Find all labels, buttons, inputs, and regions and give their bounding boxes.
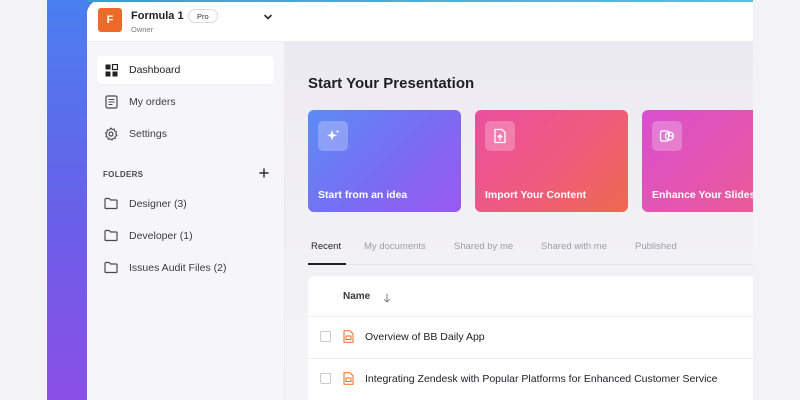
- tab-recent[interactable]: Recent: [311, 241, 341, 252]
- workspace-role: Owner: [131, 25, 154, 34]
- tab-shared-by-me[interactable]: Shared by me: [454, 241, 513, 252]
- right-background-gutter: [753, 0, 800, 400]
- folder-label: Issues Audit Files (2): [129, 262, 227, 274]
- sidebar-item-my-orders[interactable]: My orders: [97, 88, 274, 116]
- folder-icon: [104, 261, 118, 275]
- card-label: Import Your Content: [485, 189, 587, 201]
- row-checkbox[interactable]: [320, 331, 331, 342]
- presentation-file-icon: [343, 330, 354, 343]
- plan-badge: Pro: [188, 9, 218, 23]
- column-header-name[interactable]: Name: [343, 291, 370, 302]
- document-title[interactable]: Integrating Zendesk with Popular Platfor…: [365, 373, 718, 385]
- card-label: Start from an idea: [318, 189, 408, 201]
- window-top-accent-line: [87, 0, 753, 2]
- presentation-icon: [652, 121, 682, 151]
- app-window: F Formula 1 Owner Pro Dashboard My order…: [87, 0, 753, 400]
- sparkle-icon: [318, 121, 348, 151]
- folder-item-designer[interactable]: Designer (3): [104, 194, 187, 214]
- gear-icon: [104, 127, 118, 141]
- folder-label: Designer (3): [129, 198, 187, 210]
- sidebar: Dashboard My orders Settings FOLDERS Des…: [87, 42, 285, 400]
- presentation-file-icon: [343, 372, 354, 385]
- card-import-content[interactable]: Import Your Content: [475, 110, 628, 212]
- folder-icon: [104, 197, 118, 211]
- table-row[interactable]: Overview of BB Daily App: [308, 316, 753, 357]
- add-folder-plus-icon[interactable]: [257, 166, 271, 180]
- card-start-from-idea[interactable]: Start from an idea: [308, 110, 461, 212]
- active-tab-indicator: [308, 263, 346, 265]
- chevron-down-icon[interactable]: [262, 10, 274, 22]
- sidebar-item-settings[interactable]: Settings: [97, 120, 274, 148]
- sidebar-item-dashboard[interactable]: Dashboard: [97, 56, 274, 84]
- tab-my-documents[interactable]: My documents: [364, 241, 426, 252]
- import-file-icon: [485, 121, 515, 151]
- table-row[interactable]: Integrating Zendesk with Popular Platfor…: [308, 358, 753, 399]
- dashboard-grid-icon: [104, 63, 118, 77]
- sidebar-item-label: Settings: [129, 128, 167, 140]
- workspace-name[interactable]: Formula 1: [131, 10, 184, 22]
- main-content: Start Your Presentation Start from an id…: [285, 42, 753, 400]
- documents-table: Name Overview of BB Daily App Integratin…: [308, 276, 753, 400]
- card-enhance-slides[interactable]: Enhance Your Slides: [642, 110, 753, 212]
- sort-arrow-down-icon[interactable]: [382, 291, 392, 303]
- folder-item-developer[interactable]: Developer (1): [104, 226, 193, 246]
- workspace-avatar[interactable]: F: [98, 8, 122, 32]
- document-title[interactable]: Overview of BB Daily App: [365, 331, 485, 343]
- sidebar-item-label: My orders: [129, 96, 176, 108]
- row-checkbox[interactable]: [320, 373, 331, 384]
- folder-label: Developer (1): [129, 230, 193, 242]
- folder-item-issues-audit-files[interactable]: Issues Audit Files (2): [104, 258, 226, 278]
- page-title: Start Your Presentation: [308, 75, 475, 92]
- folders-section-label: FOLDERS: [103, 170, 144, 179]
- card-label: Enhance Your Slides: [652, 189, 753, 201]
- tab-shared-with-me[interactable]: Shared with me: [541, 241, 607, 252]
- orders-document-icon: [104, 95, 118, 109]
- document-tabs: Recent My documents Shared by me Shared …: [308, 233, 753, 265]
- sidebar-item-label: Dashboard: [129, 64, 181, 76]
- folder-icon: [104, 229, 118, 243]
- workspace-header: F Formula 1 Owner Pro: [87, 0, 753, 42]
- tab-published[interactable]: Published: [635, 241, 677, 252]
